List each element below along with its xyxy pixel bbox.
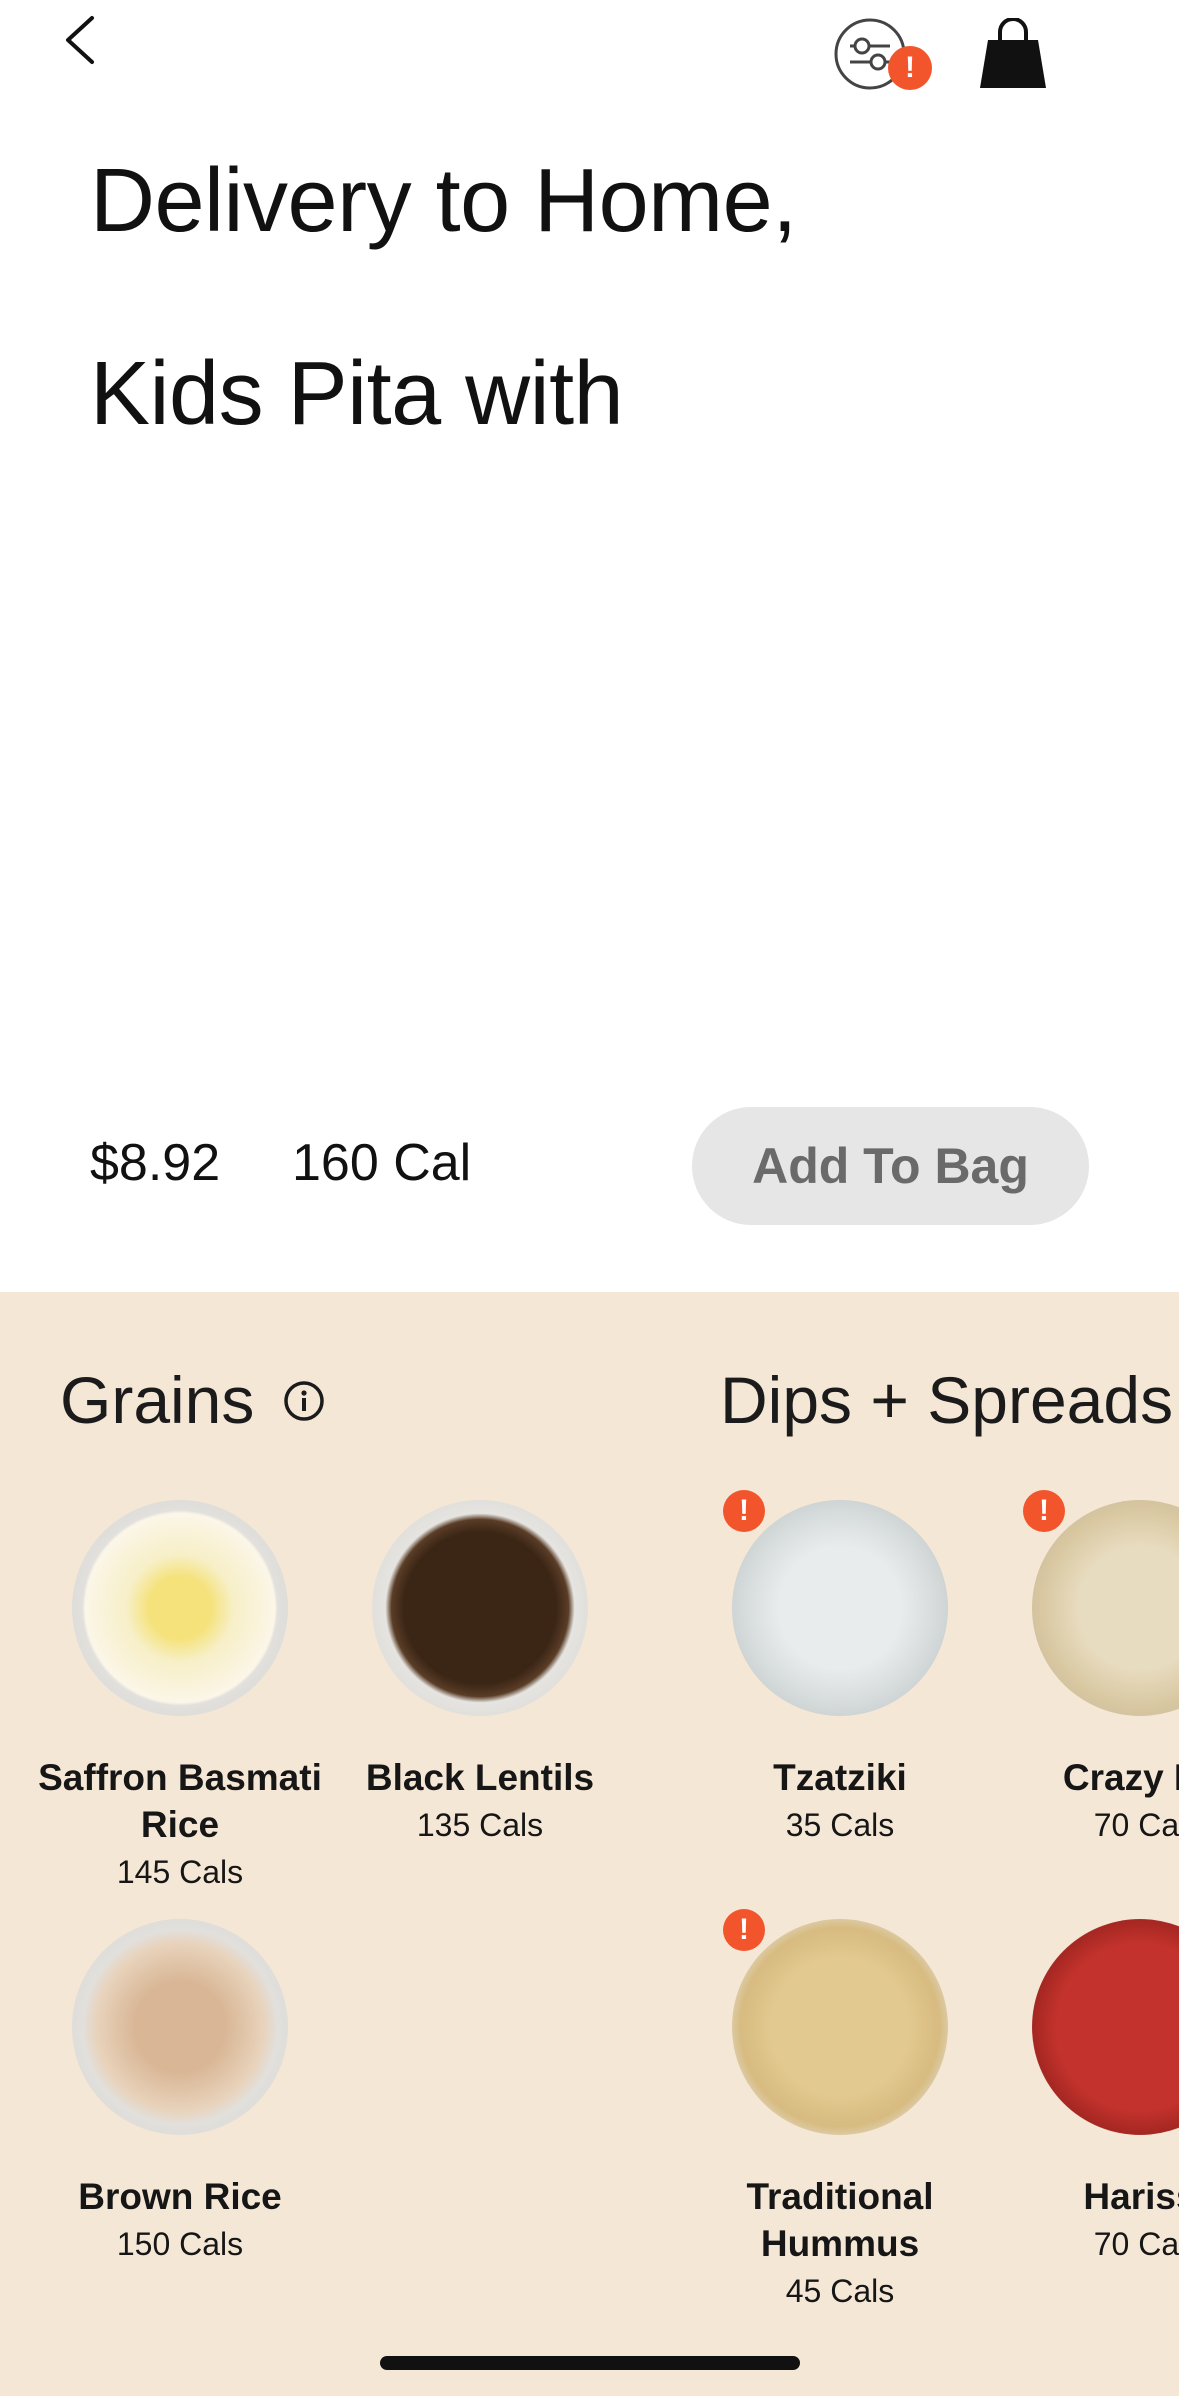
page-title-line-1: Delivery to Home, <box>90 151 797 251</box>
ingredient-menu: Grains Dips + Spreads Saffron Basmati Ri… <box>0 1292 1179 2396</box>
tzatziki-image <box>732 1500 948 1716</box>
dip-item-crazy-feta[interactable]: ! Crazy Fe 70 Cal <box>990 1490 1179 1845</box>
item-name: Black Lentils <box>365 1757 595 1798</box>
item-calories: 70 Cal <box>1093 2226 1179 2262</box>
calories-label: 160 Cal <box>292 1134 472 1192</box>
item-name: Crazy Fe <box>1062 1757 1179 1798</box>
crazy-feta-image <box>1032 1500 1179 1716</box>
item-calories: 150 Cals <box>116 2226 244 2262</box>
dip-item-traditional-hummus[interactable]: ! Traditional Hummus 45 Cals <box>690 1909 990 2311</box>
grain-item-brown-rice[interactable]: Brown Rice 150 Cals <box>30 1919 330 2264</box>
item-calories: 35 Cals <box>785 1807 895 1843</box>
brown-rice-image <box>72 1919 288 2135</box>
item-calories: 135 Cals <box>416 1807 544 1843</box>
info-button[interactable] <box>283 1380 325 1422</box>
grains-section-title: Grains <box>60 1363 255 1437</box>
harissa-image <box>1032 1919 1179 2135</box>
shopping-bag-icon <box>980 17 1046 88</box>
item-name: Brown Rice <box>78 2176 282 2217</box>
black-lentils-image <box>372 1500 588 1716</box>
item-calories: 45 Cals <box>785 2273 895 2309</box>
dip-item-tzatziki[interactable]: ! Tzatziki 35 Cals <box>690 1490 990 1845</box>
filter-button[interactable]: ! <box>832 16 932 96</box>
item-name: Hariss <box>1083 2176 1179 2217</box>
item-name: Tzatziki <box>773 1757 907 1798</box>
item-name: Traditional Hummus <box>746 2176 934 2264</box>
saffron-rice-image <box>72 1500 288 1716</box>
item-calories: 145 Cals <box>116 1854 244 1890</box>
chevron-left-icon <box>66 16 94 64</box>
info-icon <box>284 1381 324 1421</box>
page-title-line-2: Kids Pita with <box>90 344 624 444</box>
grain-item-saffron-basmati-rice[interactable]: Saffron Basmati Rice 145 Cals <box>30 1500 330 1892</box>
price-label: $8.92 <box>90 1134 221 1192</box>
item-name: Saffron Basmati Rice <box>38 1757 322 1845</box>
home-indicator[interactable] <box>380 2356 800 2370</box>
bag-button[interactable] <box>978 17 1048 90</box>
add-to-bag-button[interactable]: Add To Bag <box>692 1107 1089 1225</box>
alert-badge: ! <box>723 1490 765 1532</box>
item-calories: 70 Cal <box>1093 1807 1179 1843</box>
alert-badge: ! <box>723 1909 765 1951</box>
back-button[interactable] <box>56 10 116 70</box>
hummus-image <box>732 1919 948 2135</box>
dip-item-harissa[interactable]: Hariss 70 Cal <box>990 1919 1179 2264</box>
dips-section-title: Dips + Spreads <box>720 1363 1174 1437</box>
alert-badge: ! <box>1023 1490 1065 1532</box>
filter-alert-badge: ! <box>888 46 932 90</box>
grain-item-black-lentils[interactable]: Black Lentils 135 Cals <box>330 1500 630 1845</box>
